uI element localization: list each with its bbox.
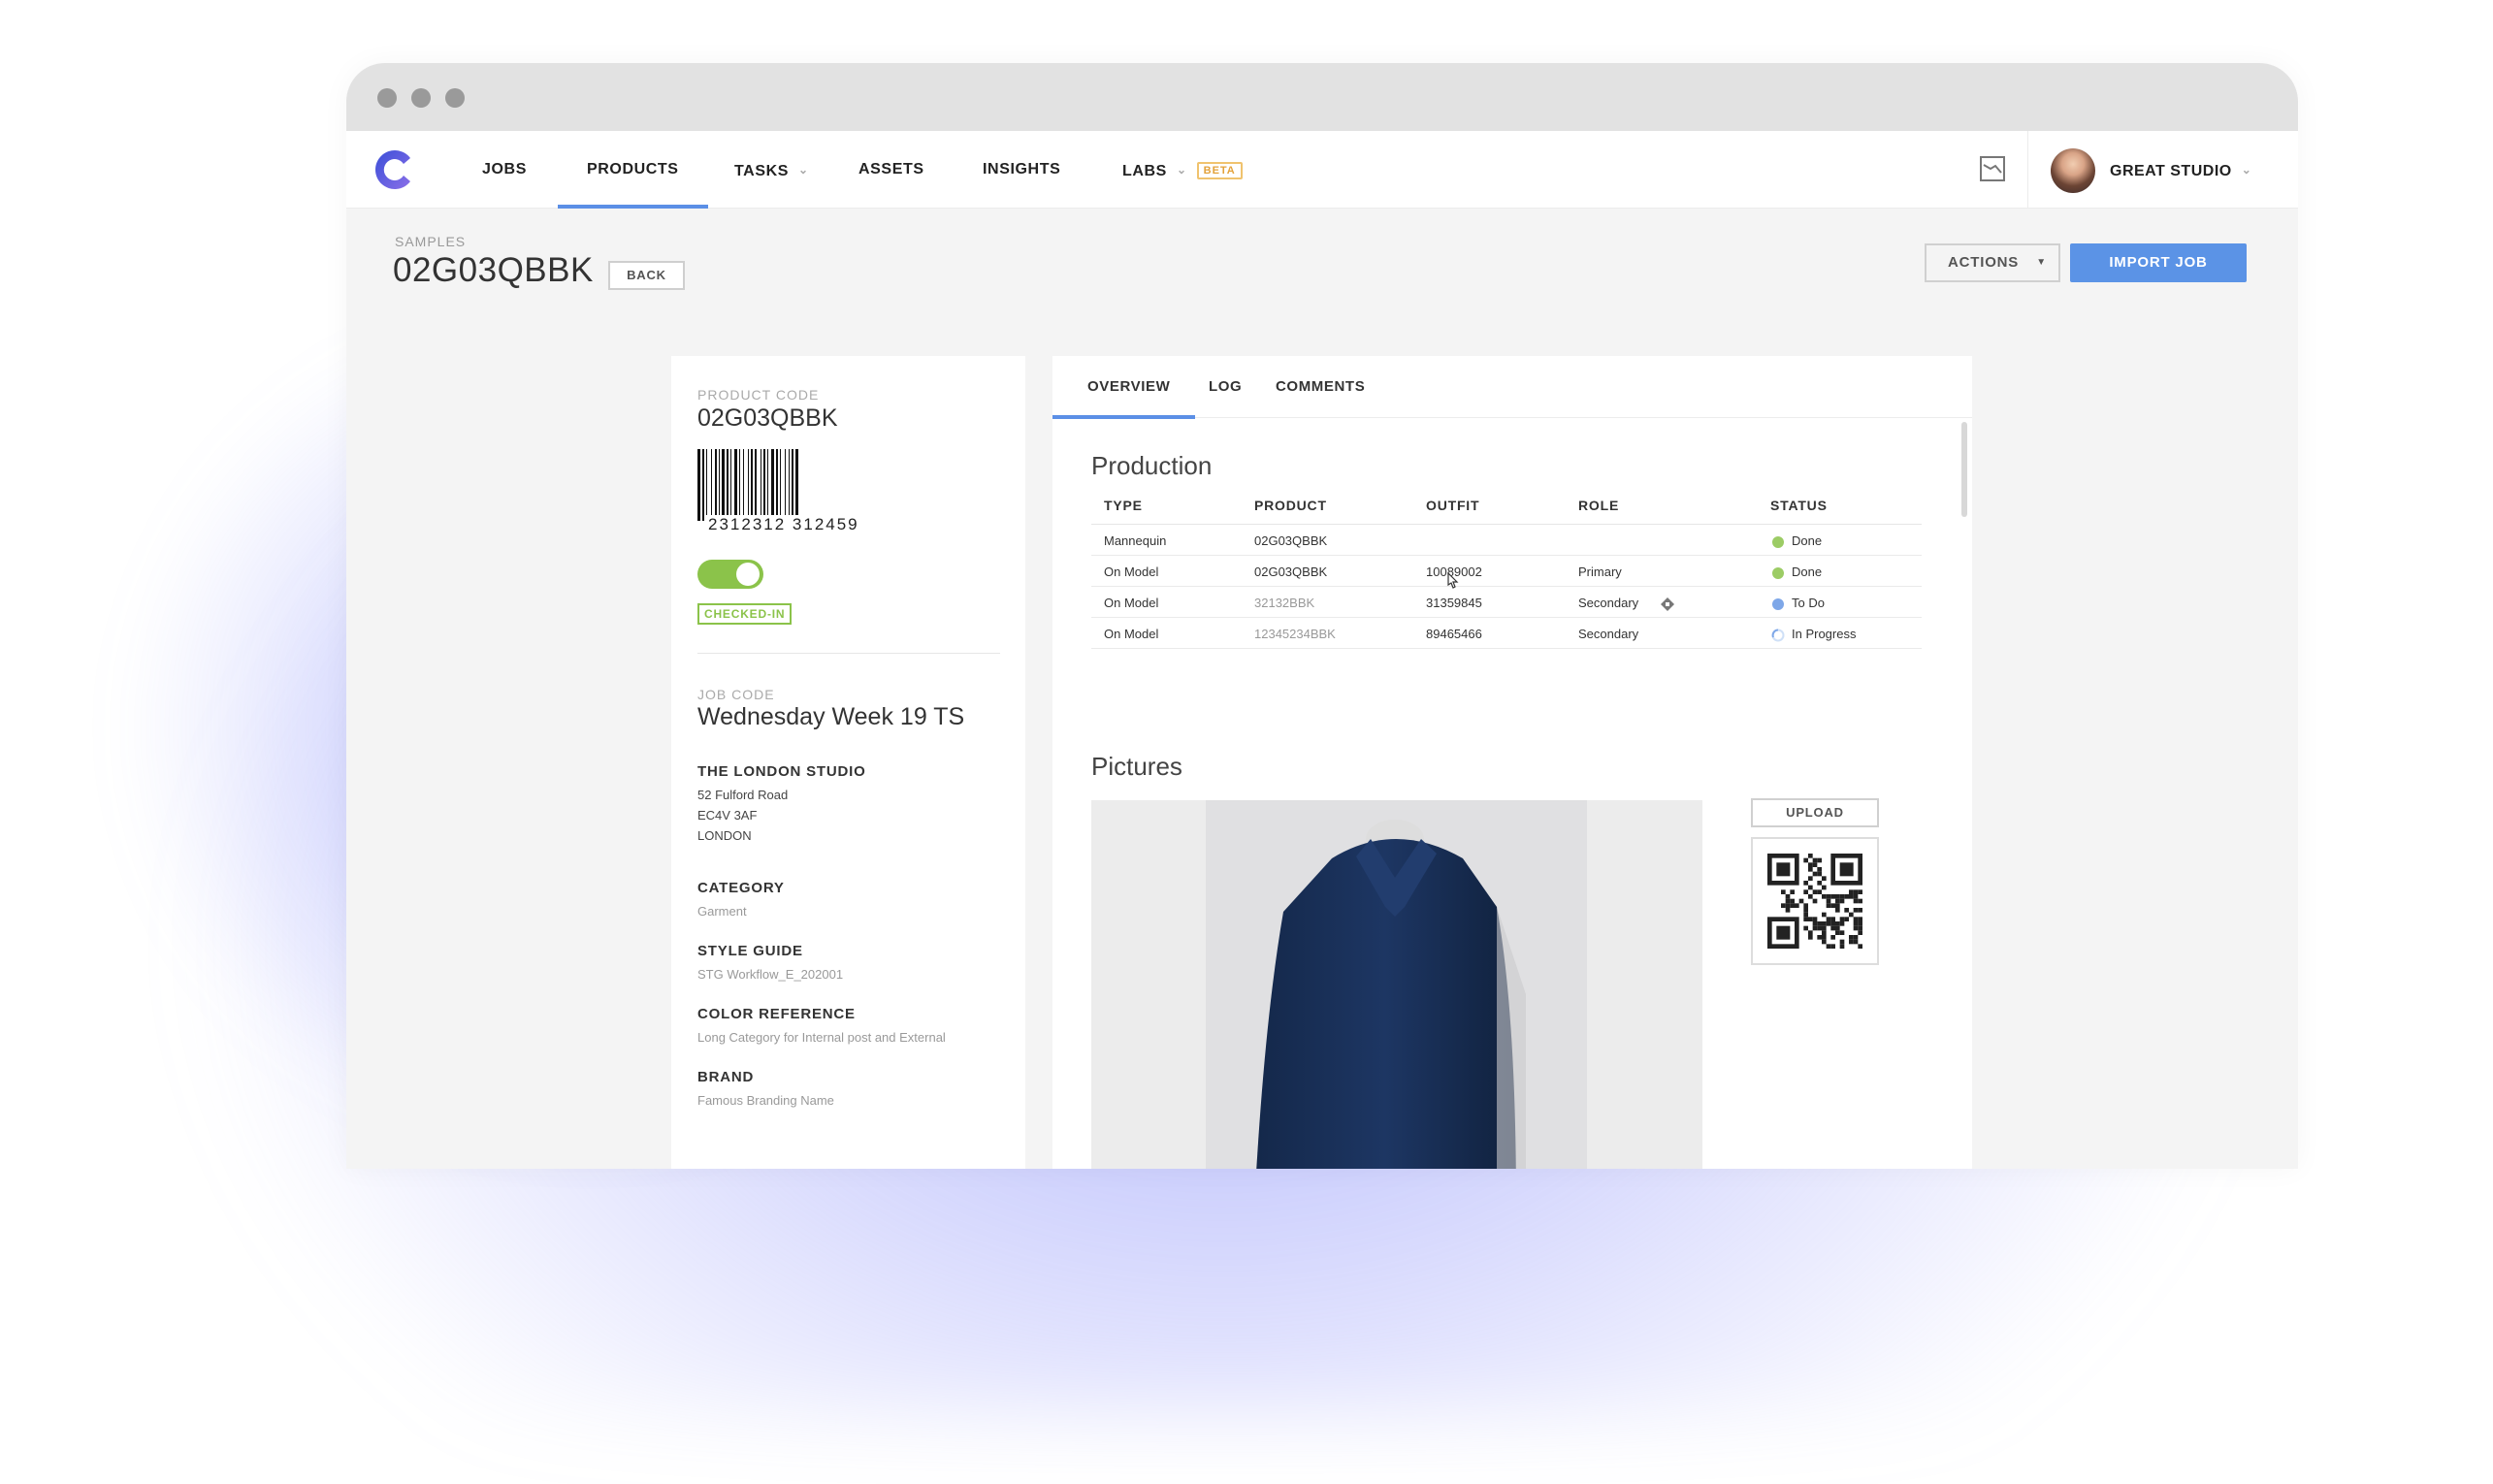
pictures-title: Pictures: [1091, 752, 1182, 781]
column-header: PRODUCT: [1254, 498, 1327, 513]
diamond-icon[interactable]: [1660, 597, 1675, 612]
job-code-label: JOB CODE: [697, 687, 775, 702]
detail-tabs: OVERVIEW LOG COMMENTS: [1052, 356, 1972, 419]
category-value: Garment: [697, 904, 747, 919]
content-area: PRODUCT CODE 02G03QBBK 2312312 312459 CH…: [346, 63, 2298, 1169]
row-role: Secondary: [1578, 596, 1639, 610]
table-row[interactable]: Mannequin 02G03QBBK Done: [1091, 525, 1922, 556]
studio-address-line1: 52 Fulford Road: [697, 788, 789, 802]
column-header: TYPE: [1104, 498, 1143, 513]
status-in-progress-icon: [1771, 629, 1785, 642]
card-divider: [697, 653, 1000, 654]
status-todo-dot: [1772, 598, 1784, 610]
row-product: 02G03QBBK: [1254, 565, 1328, 579]
details-card: OVERVIEW LOG COMMENTS Production TYPE PR…: [1052, 356, 1972, 1169]
checked-in-badge: CHECKED-IN: [697, 603, 793, 625]
tab-comments[interactable]: COMMENTS: [1276, 356, 1365, 418]
barcode-text: 2312312 312459: [706, 515, 861, 534]
column-header: STATUS: [1770, 498, 1828, 513]
product-code-label: PRODUCT CODE: [697, 387, 820, 403]
row-status: Done: [1792, 565, 1823, 579]
production-table: TYPE PRODUCT OUTFIT ROLE STATUS Mannequi…: [1091, 498, 1922, 649]
row-type: On Model: [1104, 627, 1159, 641]
brand-value: Famous Branding Name: [697, 1093, 834, 1108]
coat-image: [1256, 820, 1526, 1169]
row-role: Secondary: [1578, 627, 1639, 641]
style-guide-label: STYLE GUIDE: [697, 943, 803, 959]
color-reference-label: COLOR REFERENCE: [697, 1006, 856, 1022]
style-guide-value: STG Workflow_E_202001: [697, 967, 844, 982]
table-row[interactable]: On Model 32132BBK 31359845 Secondary To …: [1091, 587, 1922, 618]
studio-address-line2: EC4V 3AF: [697, 808, 758, 823]
product-picture[interactable]: [1091, 800, 1702, 1169]
product-card: PRODUCT CODE 02G03QBBK 2312312 312459 CH…: [671, 356, 1025, 1169]
checked-in-toggle[interactable]: [697, 560, 763, 589]
studio-name: THE LONDON STUDIO: [697, 763, 866, 780]
row-status: In Progress: [1792, 627, 1857, 641]
qr-code-box[interactable]: [1751, 837, 1879, 965]
studio-address-line3: LONDON: [697, 828, 752, 843]
row-product[interactable]: 32132BBK: [1254, 596, 1314, 610]
row-outfit: 89465466: [1426, 627, 1482, 641]
row-status: Done: [1792, 533, 1823, 548]
job-code: Wednesday Week 19 TS: [697, 703, 965, 730]
tab-log[interactable]: LOG: [1209, 356, 1242, 418]
column-header: ROLE: [1578, 498, 1620, 513]
category-label: CATEGORY: [697, 880, 785, 896]
row-role: Primary: [1578, 565, 1622, 579]
column-header: OUTFIT: [1426, 498, 1480, 513]
table-row[interactable]: On Model 12345234BBK 89465466 Secondary …: [1091, 618, 1922, 649]
brand-label: BRAND: [697, 1069, 755, 1085]
status-done-dot: [1772, 536, 1784, 548]
product-code: 02G03QBBK: [697, 404, 838, 432]
table-row[interactable]: On Model 02G03QBBK 10089002 Primary Done: [1091, 556, 1922, 589]
tab-overview[interactable]: OVERVIEW: [1052, 356, 1196, 419]
qr-code-icon: [1767, 854, 1862, 949]
row-outfit: 31359845: [1426, 596, 1482, 610]
row-product: 02G03QBBK: [1254, 533, 1328, 548]
status-done-dot: [1772, 567, 1784, 579]
row-product[interactable]: 12345234BBK: [1254, 627, 1336, 641]
scrollbar[interactable]: [1961, 422, 1967, 517]
row-type: Mannequin: [1104, 533, 1167, 548]
row-type: On Model: [1104, 596, 1159, 610]
row-type: On Model: [1104, 565, 1159, 579]
row-status: To Do: [1792, 596, 1825, 610]
color-reference-value: Long Category for Internal post and Exte…: [697, 1030, 946, 1045]
table-header: TYPE PRODUCT OUTFIT ROLE STATUS: [1091, 498, 1922, 525]
production-title: Production: [1091, 451, 1213, 480]
upload-button[interactable]: UPLOAD: [1751, 798, 1879, 827]
picture-backdrop: [1206, 800, 1587, 1169]
